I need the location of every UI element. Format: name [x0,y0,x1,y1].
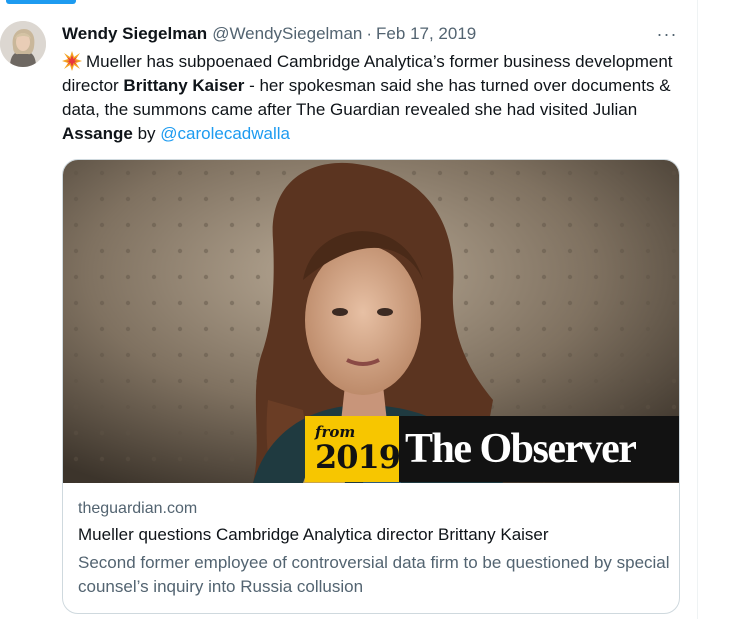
card-domain: theguardian.com [78,500,198,517]
collision-emoji-icon [62,51,82,71]
active-tab-indicator [6,0,76,4]
column-divider [697,0,698,619]
link-card[interactable]: from 2019 The Observer theguardian.com M… [62,159,680,614]
mention-link[interactable]: @carolecadwalla [160,124,290,143]
tweet-text-bold-name: Brittany Kaiser [123,76,245,95]
author-handle[interactable]: @WendySiegelman [212,24,362,44]
tweet-text-bold-assange: Assange [62,124,133,143]
tweet-date[interactable]: Feb 17, 2019 [376,24,476,44]
more-options-button[interactable]: ··· [652,24,682,44]
publication-badge: from 2019 The Observer [305,416,679,482]
badge-publication-name: The Observer [399,416,679,482]
tweet-text-part3: by [132,124,161,143]
badge-year-block: from 2019 [305,416,401,482]
author-display-name[interactable]: Wendy Siegelman [62,24,207,44]
header-separator: · [366,24,373,43]
more-horizontal-icon: ··· [656,23,678,44]
card-title: Mueller questions Cambridge Analytica di… [78,525,549,544]
tweet-text: Mueller has subpoenaed Cambridge Analyti… [62,50,687,146]
card-image: from 2019 The Observer [63,160,679,483]
tweet-header: Wendy Siegelman @WendySiegelman · Feb 17… [62,23,476,45]
card-description: Second former employee of controversial … [78,553,670,596]
author-avatar[interactable] [0,21,46,67]
badge-year-text: 2019 [315,437,401,476]
